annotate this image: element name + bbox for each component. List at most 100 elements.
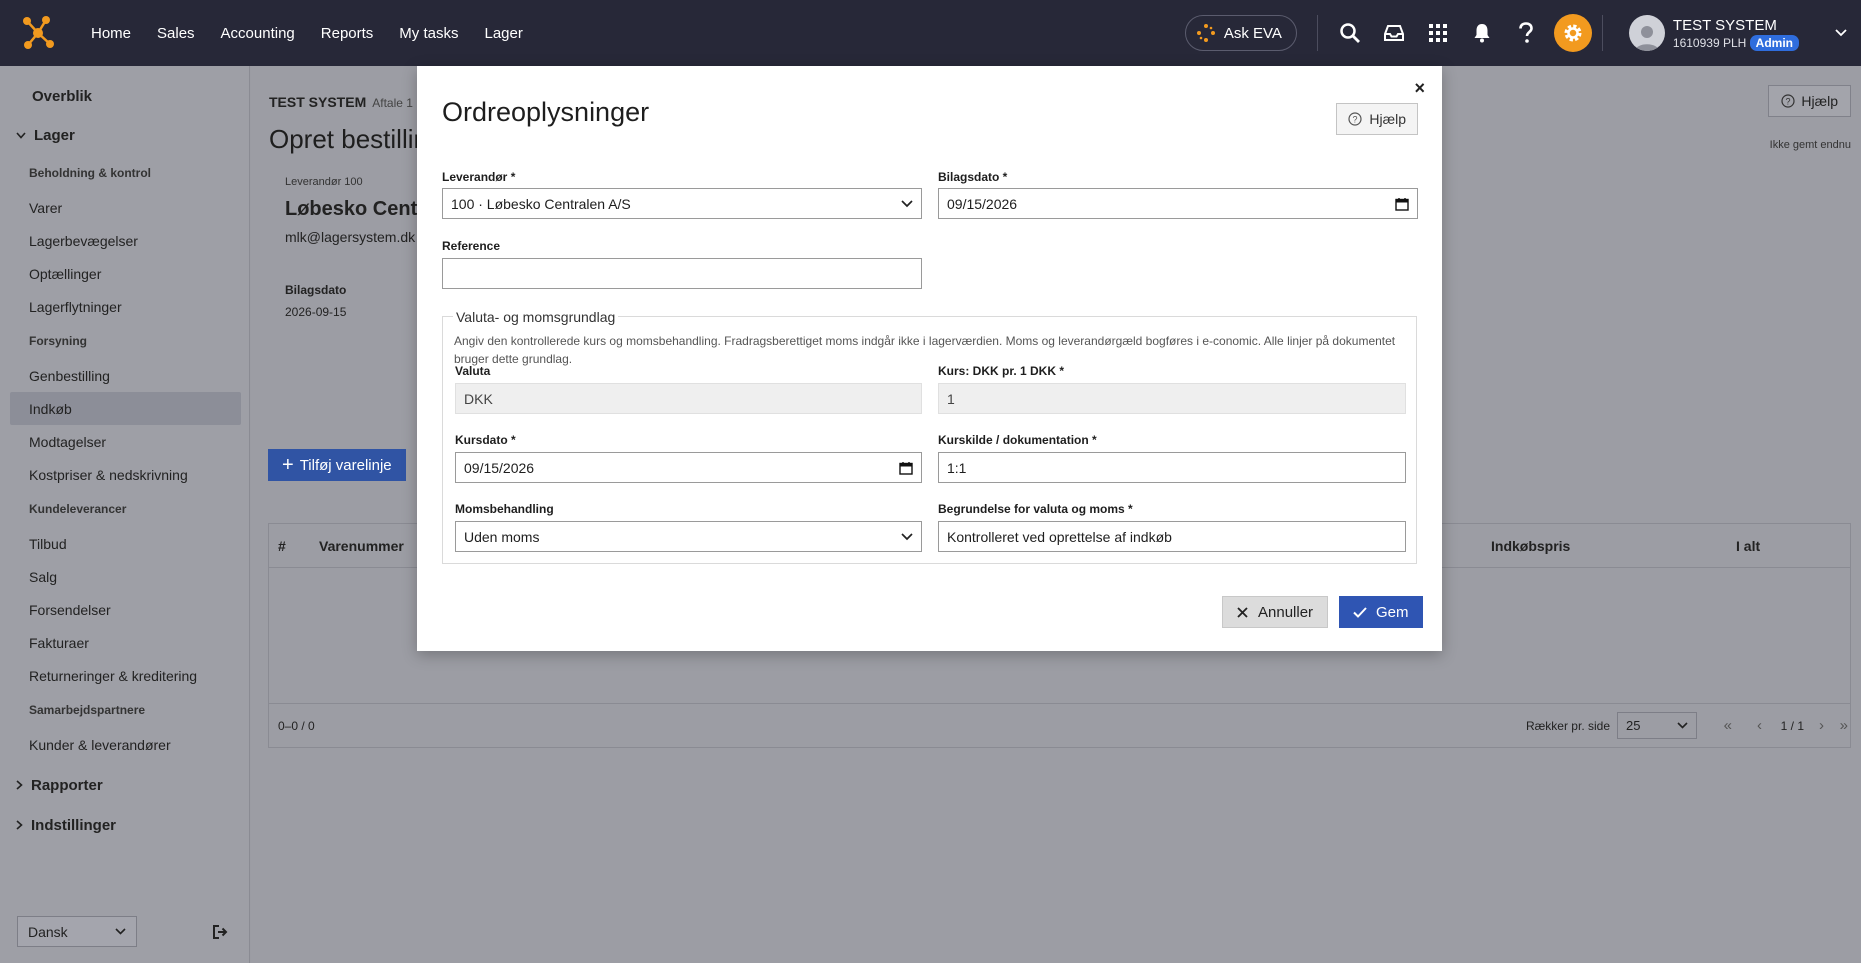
col-varenummer[interactable]: Varenummer <box>319 538 404 554</box>
user-info[interactable]: TEST SYSTEM 1610939 PLH Admin <box>1672 16 1799 51</box>
rate-date-input[interactable]: 09/15/2026 <box>455 452 922 483</box>
role-badge: Admin <box>1749 34 1799 51</box>
save-label: Gem <box>1376 603 1409 621</box>
currency-field-label: Valuta <box>455 364 491 378</box>
reference-input[interactable] <box>442 258 922 289</box>
col-ialt[interactable]: I alt <box>1736 538 1760 554</box>
user-name: TEST SYSTEM <box>1672 16 1777 34</box>
sidebar-group-indstillinger[interactable]: Indstillinger <box>0 805 249 845</box>
divider <box>1316 15 1318 51</box>
col-indkobspris[interactable]: Indkøbspris <box>1491 538 1570 554</box>
chevron-down-icon <box>901 532 913 540</box>
calendar-icon[interactable] <box>1395 197 1409 211</box>
supplier-email: mlk@lagersystem.dk <box>285 229 416 245</box>
sidebar-group-label: Lager <box>34 126 75 144</box>
reference-field-label: Reference <box>442 239 501 253</box>
avatar[interactable] <box>1628 15 1665 51</box>
language-select[interactable]: Dansk <box>17 916 137 947</box>
pagination-range: 0–0 / 0 <box>278 718 315 733</box>
nav-accounting[interactable]: Accounting <box>208 25 308 42</box>
currency-value: DKK <box>464 390 493 407</box>
rate-source-input[interactable]: 1:1 <box>938 452 1406 483</box>
sidebar-section-kundeleverancer: Kundeleverancer <box>29 502 127 516</box>
page-help-button[interactable]: ? Hjælp <box>1768 85 1851 117</box>
sidebar: Overblik Lager Beholdning & kontrol Vare… <box>0 66 250 963</box>
app-logo-icon[interactable] <box>16 11 60 55</box>
sidebar-item-overblik[interactable]: Overblik <box>0 66 249 115</box>
sidebar-item-genbestilling[interactable]: Genbestilling <box>0 359 249 392</box>
help-circle-icon: ? <box>1348 112 1363 126</box>
sidebar-item-returneringer[interactable]: Returneringer & kreditering <box>0 659 249 692</box>
fieldset-description: Angiv den kontrollerede kurs og momsbeha… <box>454 334 1396 366</box>
apps-grid-icon[interactable] <box>1418 13 1458 53</box>
rate-date-field-label: Kursdato * <box>455 433 516 447</box>
help-icon[interactable] <box>1506 13 1546 53</box>
col-number: # <box>278 537 286 554</box>
first-page-icon[interactable]: « <box>1724 717 1732 734</box>
nav-lager[interactable]: Lager <box>471 25 535 42</box>
nav-sales[interactable]: Sales <box>144 25 208 42</box>
settings-gear-icon[interactable] <box>1553 14 1592 52</box>
chevron-right-icon <box>16 780 23 790</box>
save-button[interactable]: Gem <box>1339 596 1423 628</box>
ask-eva-button[interactable]: Ask EVA <box>1184 15 1297 51</box>
sidebar-group-rapporter[interactable]: Rapporter <box>0 765 249 805</box>
bilagsdato-input[interactable]: 09/15/2026 <box>938 188 1418 219</box>
add-line-button[interactable]: + Tilføj varelinje <box>268 449 406 481</box>
supplier-select[interactable]: 100 · Løbesko Centralen A/S <box>442 188 922 219</box>
chevron-down-icon <box>901 199 913 207</box>
sidebar-group-lager[interactable]: Lager <box>0 115 249 155</box>
sidebar-item-kostpriser[interactable]: Kostpriser & nedskrivning <box>0 458 249 491</box>
dialog-help-button[interactable]: ? Hjælp <box>1336 103 1418 135</box>
nav-my-tasks[interactable]: My tasks <box>386 25 471 42</box>
help-label: Hjælp <box>1801 93 1838 109</box>
inbox-icon[interactable] <box>1374 13 1414 53</box>
sidebar-item-tilbud[interactable]: Tilbud <box>0 527 249 560</box>
breadcrumb: TEST SYSTEM Aftale 1 <box>269 94 413 110</box>
sidebar-item-varer[interactable]: Varer <box>0 191 249 224</box>
nav-reports[interactable]: Reports <box>308 25 387 42</box>
sidebar-item-indkoeb[interactable]: Indkøb <box>10 392 241 425</box>
sidebar-item-lagerflytninger[interactable]: Lagerflytninger <box>0 290 249 323</box>
rows-per-page-select[interactable]: 25 <box>1617 712 1697 739</box>
nav-home[interactable]: Home <box>78 25 144 42</box>
calendar-icon[interactable] <box>899 461 913 475</box>
prev-page-icon[interactable]: ‹ <box>1757 717 1762 734</box>
bell-icon[interactable] <box>1462 13 1502 53</box>
sidebar-item-kunder[interactable]: Kunder & leverandører <box>0 728 249 761</box>
last-page-icon[interactable]: » <box>1840 717 1848 734</box>
logout-icon[interactable] <box>212 924 228 940</box>
reason-value: Kontrolleret ved oprettelse af indkøb <box>947 528 1172 545</box>
fieldset-legend: Valuta- og momsgrundlag <box>453 309 619 325</box>
sidebar-item-forsendelser[interactable]: Forsendelser <box>0 593 249 626</box>
help-label: Hjælp <box>1369 111 1406 127</box>
sidebar-item-fakturaer[interactable]: Fakturaer <box>0 626 249 659</box>
user-sub: 1610939 PLH Admin <box>1673 34 1799 51</box>
cancel-button[interactable]: Annuller <box>1222 596 1329 628</box>
search-icon[interactable] <box>1330 13 1370 53</box>
sidebar-group-label: Rapporter <box>31 776 103 794</box>
svg-text:?: ? <box>1786 97 1791 107</box>
sidebar-item-modtagelser[interactable]: Modtagelser <box>0 425 249 458</box>
chevron-down-icon <box>1677 722 1688 729</box>
vat-select[interactable]: Uden moms <box>455 521 922 552</box>
breadcrumb-company: TEST SYSTEM <box>269 94 367 110</box>
rows-per-page-label: Rækker pr. side <box>1525 718 1610 733</box>
close-icon[interactable]: × <box>1414 78 1425 99</box>
svg-text:?: ? <box>1353 115 1358 125</box>
supplier-select-value: 100 · Løbesko Centralen A/S <box>451 195 631 212</box>
sidebar-section-beholdning: Beholdning & kontrol <box>29 166 151 180</box>
close-icon <box>1237 606 1248 618</box>
breadcrumb-sub: Aftale 1 <box>372 96 413 110</box>
reason-input[interactable]: Kontrolleret ved oprettelse af indkøb <box>938 521 1406 552</box>
supplier-name: Løbesko Cent <box>285 198 418 220</box>
supplier-label: Leverandør 100 <box>285 176 363 188</box>
sidebar-group-label: Indstillinger <box>31 816 117 834</box>
sidebar-item-optaellinger[interactable]: Optællinger <box>0 257 249 290</box>
vat-select-value: Uden moms <box>464 528 540 545</box>
chevron-down-icon[interactable] <box>1835 29 1847 37</box>
rate-value: 1 <box>947 390 955 407</box>
next-page-icon[interactable]: › <box>1819 717 1824 734</box>
sidebar-item-salg[interactable]: Salg <box>0 560 249 593</box>
sidebar-item-lagerbevaegelser[interactable]: Lagerbevægelser <box>0 224 249 257</box>
